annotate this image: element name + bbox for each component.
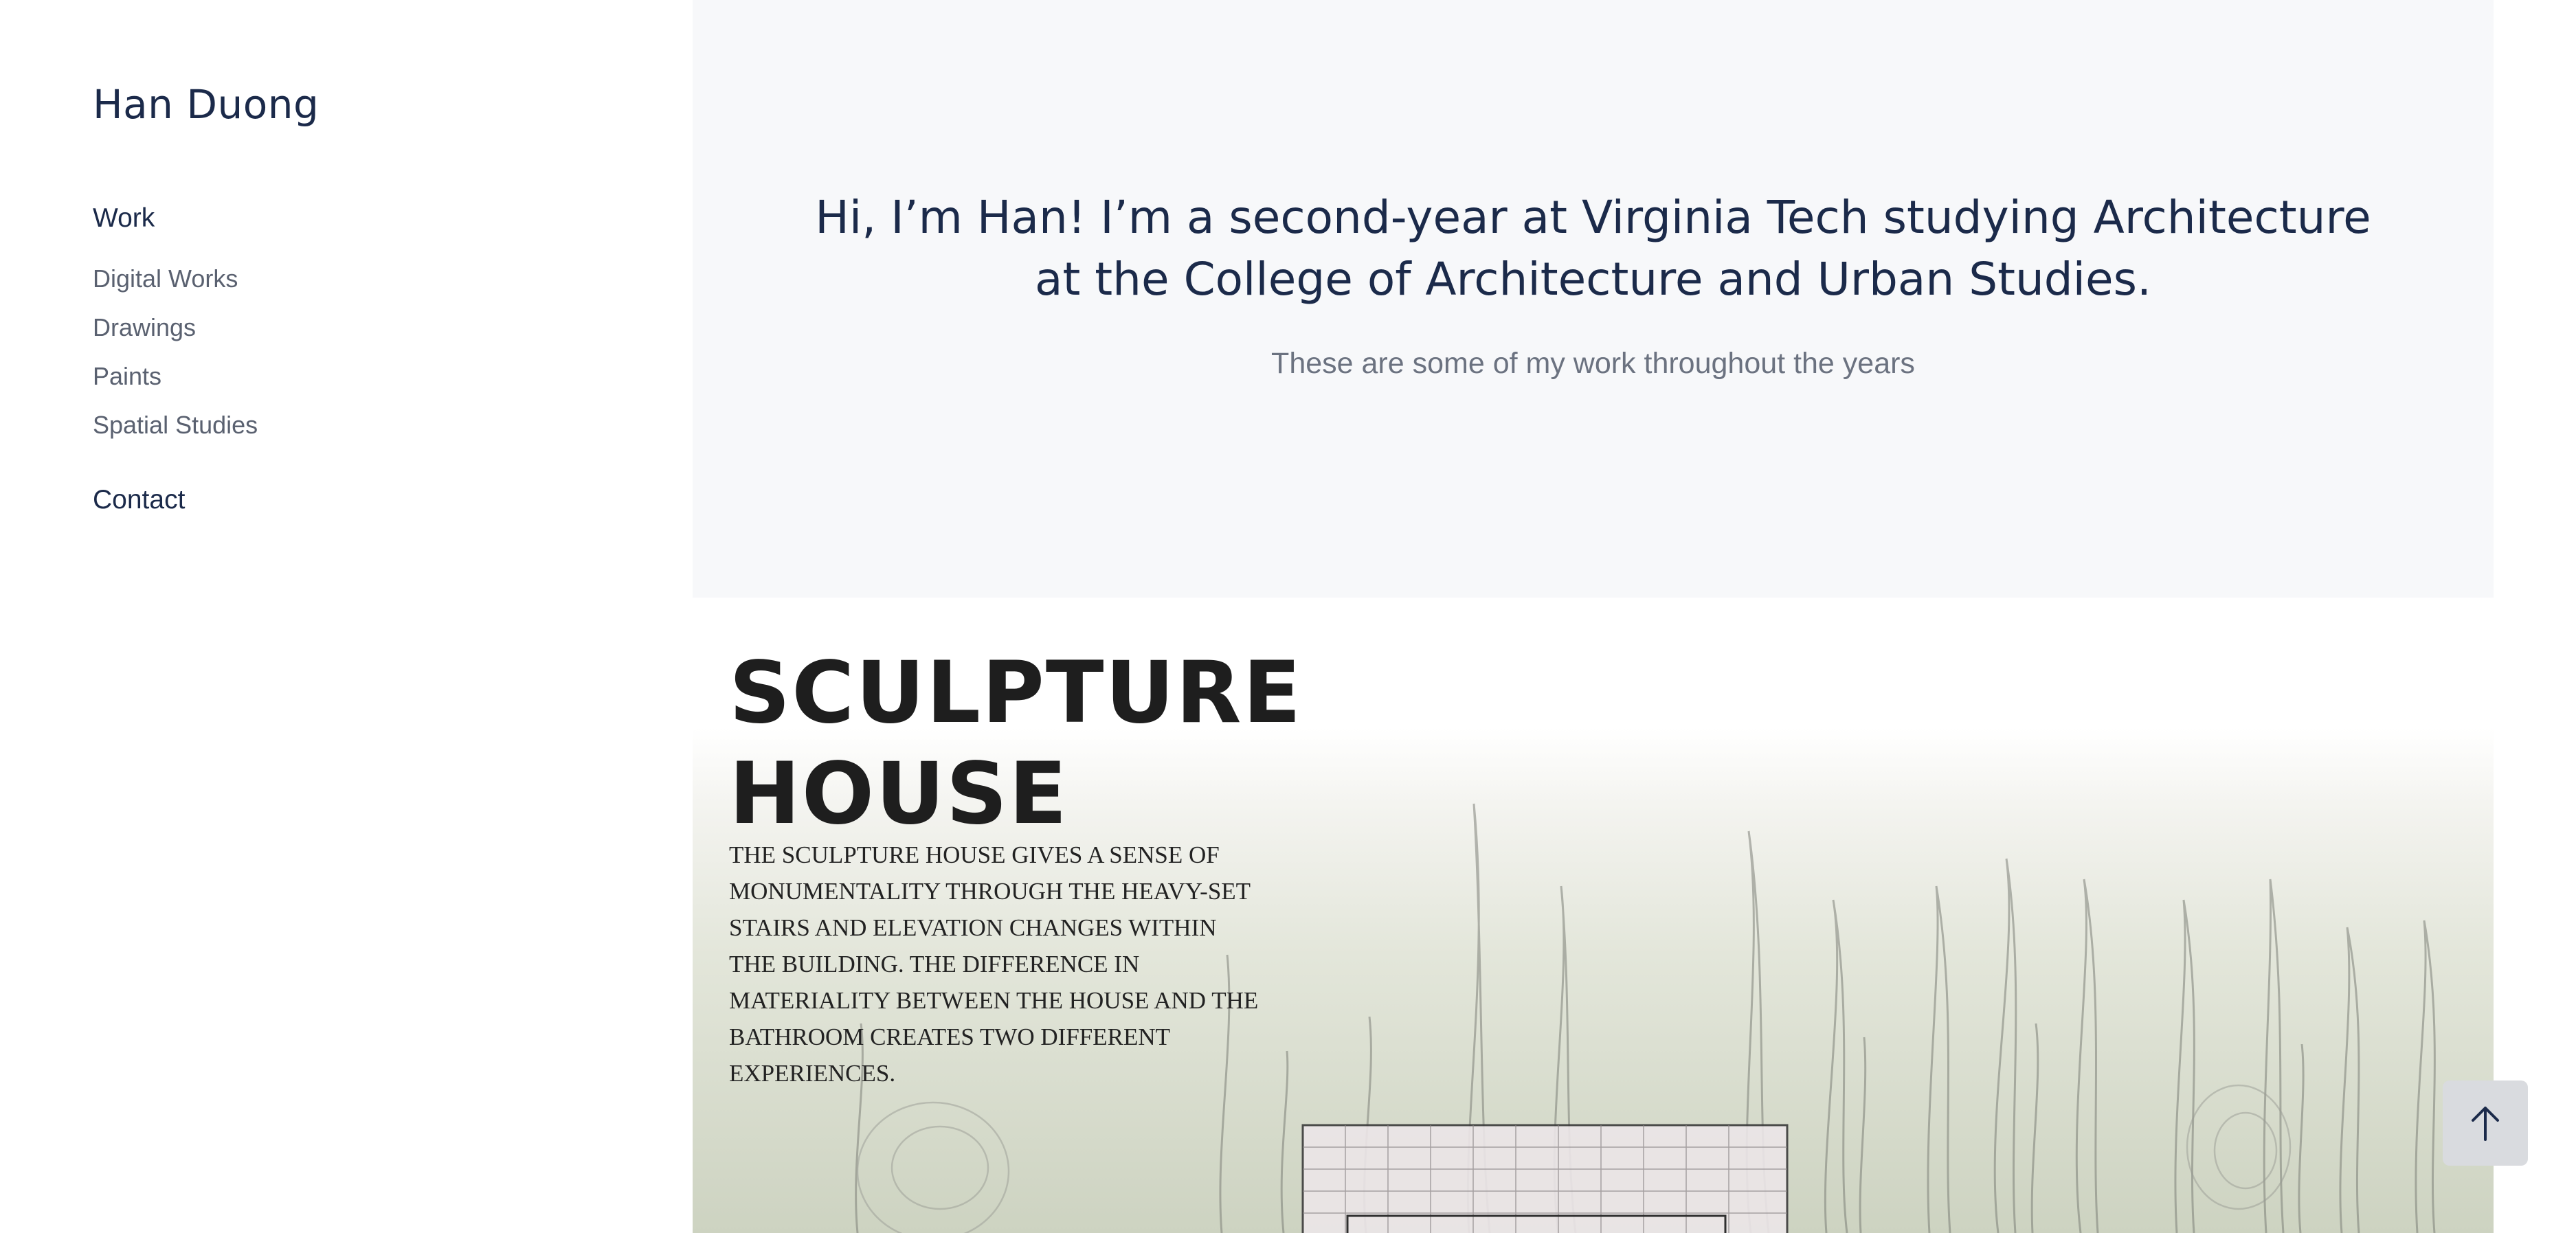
intro-headline: Hi, I’m Han! I’m a second-year at Virgin… bbox=[693, 187, 2494, 310]
nav-link-digital-works[interactable]: Digital Works bbox=[93, 264, 238, 293]
nav-contact[interactable]: Contact bbox=[93, 485, 185, 515]
intro-subtitle: These are some of my work throughout the… bbox=[1271, 347, 1915, 380]
project-title[interactable]: SCULPTURE HOUSE bbox=[729, 643, 1416, 845]
sidebar: Han Duong Work Digital Works Drawings Pa… bbox=[0, 0, 693, 1233]
scroll-to-top-button[interactable] bbox=[2443, 1081, 2528, 1166]
intro-headline-line-1: Hi, I’m Han! I’m a second-year at Virgin… bbox=[815, 191, 2371, 244]
project-description: The sculpture house gives a sense of mon… bbox=[729, 841, 1259, 1087]
nav-work[interactable]: Work bbox=[93, 203, 155, 234]
intro-headline-line-2: at the College of Architecture and Urban… bbox=[1035, 253, 2151, 306]
project-sculpture-house[interactable]: SCULPTURE HOUSE The sculpture house give… bbox=[693, 598, 2494, 1233]
intro-hero: Hi, I’m Han! I’m a second-year at Virgin… bbox=[693, 0, 2494, 598]
nav-link-drawings[interactable]: Drawings bbox=[93, 313, 196, 342]
project-title-line-2: HOUSE bbox=[729, 745, 1068, 844]
project-title-line-1: SCULPTURE bbox=[729, 644, 1303, 743]
arrow-up-icon bbox=[2472, 1107, 2499, 1141]
nav-link-spatial-studies[interactable]: Spatial Studies bbox=[93, 411, 258, 440]
nav-link-paints[interactable]: Paints bbox=[93, 362, 161, 391]
site-title[interactable]: Han Duong bbox=[93, 81, 319, 128]
